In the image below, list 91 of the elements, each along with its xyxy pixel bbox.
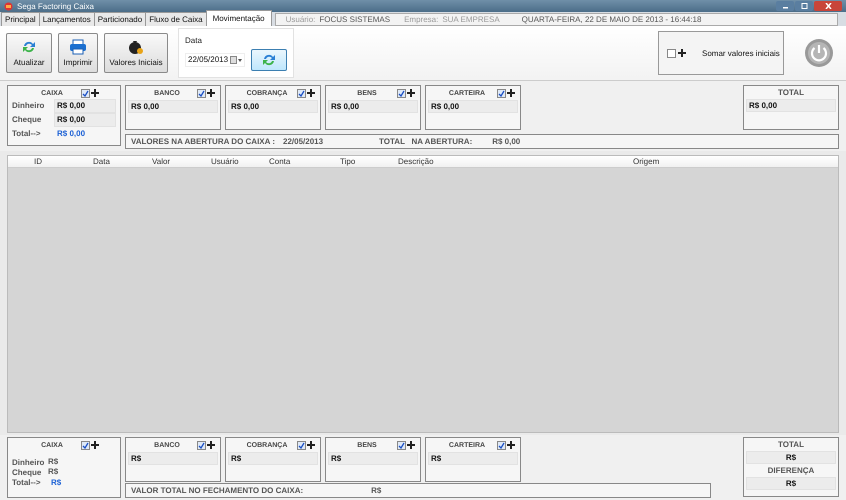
amount-field: R$ 0,00	[746, 99, 836, 112]
column-header[interactable]: Origem	[627, 156, 838, 167]
printer-icon	[69, 39, 87, 55]
plus-icon	[91, 89, 99, 97]
checkbox[interactable]	[197, 440, 206, 450]
amount-field: R$	[746, 451, 836, 464]
row-label: Dinheiro	[12, 101, 46, 110]
checkbox[interactable]	[297, 440, 306, 450]
amount-field: R$ 0,00	[54, 112, 116, 126]
amount-field: R$	[328, 452, 418, 465]
date-label: Data	[185, 36, 203, 44]
column-header[interactable]: ID	[28, 156, 87, 167]
column-header[interactable]: Data	[87, 156, 146, 167]
minimize-button[interactable]	[776, 1, 794, 11]
amount-field: R$	[746, 477, 836, 490]
toolbar-button[interactable]: Atualizar	[6, 33, 52, 73]
summary-text: 22/05/2013	[283, 137, 324, 146]
column-header[interactable]: Tipo	[334, 156, 392, 167]
summary-text: R$ 0,00	[492, 137, 520, 146]
company-label: Empresa:	[404, 15, 438, 24]
amount-field: R$ 0,00	[128, 100, 218, 113]
tab[interactable]: Movimentação	[206, 10, 272, 26]
total-label: Total-->	[12, 478, 42, 486]
checkbox[interactable]	[667, 48, 676, 58]
power-button[interactable]	[804, 38, 834, 68]
date-time: QUARTA-FEIRA, 22 DE MAIO DE 2013 - 16:44:18	[522, 15, 702, 24]
refresh-button[interactable]	[251, 48, 288, 70]
plus-icon	[307, 89, 315, 97]
total-amount: R$ 0,00	[56, 129, 86, 138]
toolbar-button[interactable]: Valores Iniciais	[104, 33, 168, 73]
amount-field: R$	[128, 452, 218, 465]
row-label: Dinheiro	[12, 458, 46, 466]
tab[interactable]: Principal	[1, 12, 40, 26]
amount-field: R$	[228, 452, 318, 465]
amount-field: R$	[48, 456, 58, 468]
panel-title: TOTAL	[777, 440, 805, 449]
checkbox[interactable]	[497, 88, 506, 98]
checkbox[interactable]	[197, 88, 206, 98]
tab[interactable]: Particionado	[94, 12, 146, 26]
plus-icon	[407, 89, 415, 97]
amount-field: R$	[428, 452, 518, 465]
toolbar-button[interactable]: Imprimir	[58, 33, 98, 73]
checkbox[interactable]	[397, 440, 406, 450]
summary-text: TOTAL NA ABERTURA:	[379, 137, 472, 146]
panel-title: DIFERENÇA	[766, 466, 816, 475]
company-name: SUA EMPRESA	[442, 15, 500, 24]
summary-text: VALORES NA ABERTURA DO CAIXA :	[131, 137, 275, 146]
total-amount: R$	[50, 478, 62, 486]
user-name: FOCUS SISTEMAS	[319, 15, 390, 24]
summary-text: R$	[371, 486, 382, 495]
plus-icon	[207, 441, 215, 449]
checkbox[interactable]	[497, 440, 506, 450]
plus-icon	[91, 441, 99, 449]
user-label: Usuário:	[286, 15, 316, 24]
column-header[interactable]: Usuário	[205, 156, 263, 167]
tab[interactable]: Lançamentos	[38, 12, 95, 26]
plus-icon	[207, 89, 215, 97]
amount-field: R$ 0,00	[328, 100, 418, 113]
checkbox[interactable]	[297, 88, 306, 98]
plus-icon	[407, 441, 415, 449]
plus-icon	[507, 441, 515, 449]
column-header[interactable]: Descrição	[392, 156, 627, 167]
amount-field: R$ 0,00	[54, 98, 116, 112]
maximize-icon	[800, 3, 808, 9]
calendar-icon	[230, 56, 242, 64]
refresh-icon	[21, 39, 37, 55]
sum-label: Somar valores iniciais	[702, 48, 780, 58]
column-header[interactable]: Conta	[263, 156, 334, 167]
date-field[interactable]: 22/05/2013	[185, 52, 246, 66]
close-icon	[824, 3, 832, 9]
close-button[interactable]	[814, 1, 842, 11]
plus-icon	[507, 89, 515, 97]
column-header[interactable]: Valor	[146, 156, 205, 167]
amount-field: R$ 0,00	[228, 100, 318, 113]
plus-icon	[678, 49, 686, 57]
row-label: Cheque	[12, 468, 42, 476]
maximize-button[interactable]	[795, 1, 813, 11]
app-icon	[4, 2, 13, 10]
checkbox[interactable]	[81, 88, 90, 98]
amount-field: R$	[48, 466, 58, 478]
checkbox[interactable]	[397, 88, 406, 98]
amount-field: R$ 0,00	[428, 100, 518, 113]
plus-icon	[307, 441, 315, 449]
window-title: Sega Factoring Caixa	[17, 2, 94, 10]
total-label: Total-->	[12, 129, 42, 138]
tab[interactable]: Fluxo de Caixa	[145, 12, 207, 26]
power-icon	[804, 38, 834, 68]
panel-title: TOTAL	[777, 88, 805, 97]
summary-text: VALOR TOTAL NO FECHAMENTO DO CAIXA:	[131, 486, 304, 495]
checkbox[interactable]	[81, 440, 90, 450]
row-label: Cheque	[12, 115, 42, 124]
